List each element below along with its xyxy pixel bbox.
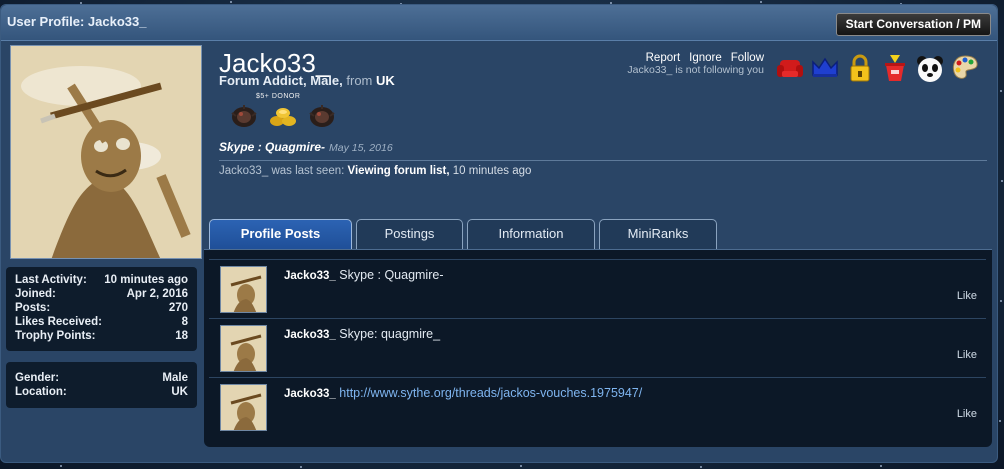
avatar-image — [11, 46, 201, 258]
post-text: Skype: quagmire_ — [339, 327, 441, 341]
star — [60, 465, 62, 467]
post-avatar[interactable] — [220, 266, 267, 313]
info-row: Gender: Male — [15, 371, 188, 385]
stat-value: 8 — [181, 316, 188, 328]
user-location[interactable]: UK — [376, 73, 395, 88]
stat-label: Joined: — [15, 288, 56, 300]
tab-miniranks[interactable]: MiniRanks — [599, 219, 717, 249]
status-message: Skype : Quagmire- May 15, 2016 — [219, 140, 393, 154]
stat-value: 10 minutes ago — [104, 274, 188, 286]
tab-information[interactable]: Information — [467, 219, 595, 249]
stat-label: Trophy Points: — [15, 330, 96, 342]
stat-label: Posts: — [15, 302, 51, 314]
dark-orb-icon — [231, 105, 257, 127]
armchair-icon[interactable] — [775, 53, 805, 83]
ignore-link[interactable]: Ignore — [689, 52, 722, 64]
bucket-icon[interactable] — [880, 53, 910, 83]
star — [700, 466, 702, 468]
crown-icon[interactable] — [810, 53, 840, 83]
star — [760, 1, 762, 3]
star — [999, 420, 1001, 422]
trophy-row — [775, 53, 980, 83]
post-message: Jacko33_ Skype: quagmire_ — [284, 327, 440, 341]
post-link[interactable]: http://www.sythe.org/threads/jackos-vouc… — [339, 386, 642, 400]
post-message: Jacko33_ http://www.sythe.org/threads/ja… — [284, 386, 642, 400]
tab-postings[interactable]: Postings — [356, 219, 463, 249]
star — [300, 466, 302, 468]
info-value: Male — [162, 372, 188, 384]
star — [880, 465, 882, 467]
like-button[interactable]: Like — [957, 408, 977, 420]
post-avatar[interactable] — [220, 384, 267, 431]
from-label: from — [346, 73, 373, 88]
info-value: UK — [171, 386, 188, 398]
status-text: Skype : Quagmire- — [219, 140, 326, 154]
personal-info-box: Gender: Male Location: UK — [6, 362, 197, 408]
divider — [219, 160, 987, 161]
donor-label: $5+ DONOR — [256, 93, 301, 100]
stat-value: Apr 2, 2016 — [126, 288, 188, 300]
stat-row: Trophy Points: 18 — [15, 329, 188, 343]
padlock-icon[interactable] — [845, 53, 875, 83]
status-date[interactable]: May 15, 2016 — [329, 142, 393, 154]
page-title: User Profile: Jacko33_ — [7, 14, 147, 29]
post-text: Skype : Quagmire- — [339, 268, 444, 282]
info-row: Location: UK — [15, 385, 188, 399]
dark-orb-icon — [309, 105, 335, 127]
post-author[interactable]: Jacko33_ — [284, 388, 336, 400]
post-author[interactable]: Jacko33_ — [284, 270, 336, 282]
gold-coins-icon — [270, 108, 296, 126]
list-item: Jacko33_ Skype : Quagmire- Like — [209, 259, 986, 318]
follow-link[interactable]: Follow — [731, 52, 764, 64]
last-seen-username: Jacko33_ — [219, 165, 269, 177]
report-link[interactable]: Report — [646, 52, 681, 64]
tab-profile-posts[interactable]: Profile Posts — [209, 219, 352, 249]
star — [1000, 300, 1002, 302]
stats-box: Last Activity: 10 minutes ago Joined: Apr … — [6, 267, 197, 351]
star — [230, 1, 232, 3]
start-conversation-button[interactable]: Start Conversation / PM — [835, 13, 991, 36]
like-button[interactable]: Like — [957, 290, 977, 302]
panda-icon[interactable] — [915, 53, 945, 83]
follow-status: Jacko33_ is not following you — [627, 64, 764, 76]
info-label: Gender: — [15, 372, 60, 384]
profile-actions: Report Ignore Follow Jacko33_ is not follo… — [627, 52, 764, 76]
stat-value[interactable]: 270 — [169, 301, 188, 315]
list-item: Jacko33_ Skype: quagmire_ Like — [209, 318, 986, 377]
stat-label: Last Activity: — [15, 274, 87, 286]
star — [1000, 90, 1002, 92]
post-avatar[interactable] — [220, 325, 267, 372]
last-seen-prefix: was last seen: — [271, 165, 345, 177]
post-author[interactable]: Jacko33_ — [284, 329, 336, 341]
info-label: Location: — [15, 386, 67, 398]
stat-value[interactable]: 18 — [175, 329, 188, 343]
profile-posts-list: Jacko33_ Skype : Quagmire- Like Jacko33_… — [204, 249, 992, 447]
like-button[interactable]: Like — [957, 349, 977, 361]
palette-icon[interactable] — [950, 53, 980, 83]
profile-tabs: Profile Posts Postings Information MiniR… — [209, 219, 717, 249]
stat-row: Joined: Apr 2, 2016 — [15, 287, 188, 301]
user-title-line: Forum Addict, Male, from UK — [219, 73, 395, 88]
stat-row: Last Activity: 10 minutes ago — [15, 273, 188, 287]
stat-row: Posts: 270 — [15, 301, 188, 315]
last-seen-activity[interactable]: Viewing forum list — [348, 165, 447, 177]
user-gender: Male — [310, 73, 340, 88]
badge-row — [229, 103, 337, 129]
post-message: Jacko33_ Skype : Quagmire- — [284, 268, 444, 282]
star — [520, 465, 522, 467]
avatar[interactable] — [10, 45, 202, 259]
user-title: Forum Addict — [219, 73, 304, 88]
stat-label: Likes Received: — [15, 316, 102, 328]
title-bar: User Profile: Jacko33_ Start Conversatio… — [1, 5, 997, 41]
last-seen-ago: 10 minutes ago — [452, 165, 532, 177]
star — [1001, 180, 1003, 182]
last-seen: Jacko33_ was last seen: Viewing forum li… — [219, 165, 532, 177]
stat-row: Likes Received: 8 — [15, 315, 188, 329]
list-item: Jacko33_ http://www.sythe.org/threads/ja… — [209, 377, 986, 436]
